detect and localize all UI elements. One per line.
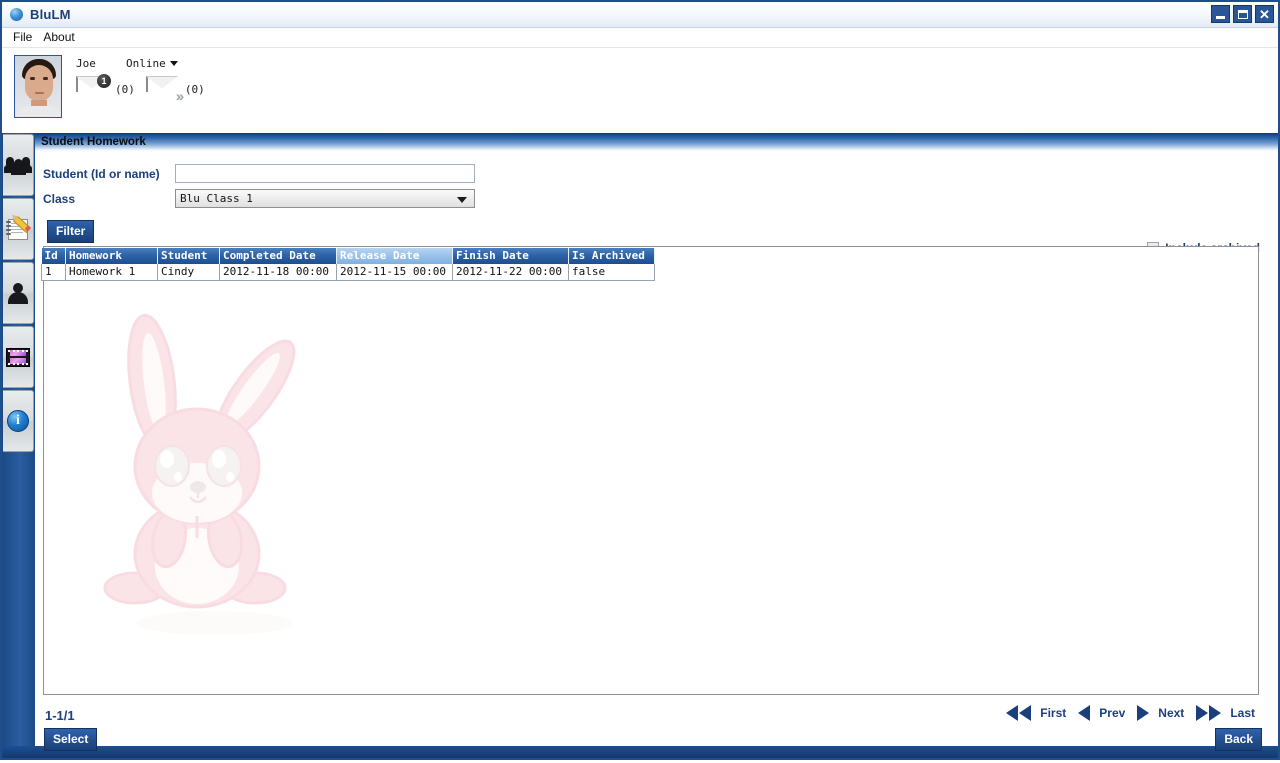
table-row[interactable]: 1 Homework 1 Cindy 2012-11-18 00:00 2012… bbox=[41, 264, 655, 281]
close-icon: ✕ bbox=[1259, 6, 1270, 22]
prev-page-label: Prev bbox=[1099, 706, 1126, 720]
user-status-row: Joe Online bbox=[76, 55, 213, 72]
inbox-button[interactable]: 1 bbox=[76, 74, 111, 101]
first-page-label: First bbox=[1040, 706, 1067, 720]
chevron-down-icon bbox=[457, 197, 467, 203]
footer-area: 1-1/1 First Prev Next Last Select Back bbox=[35, 703, 1278, 763]
user-info: Joe Online 1 (0) » (0) bbox=[76, 55, 213, 103]
cell-id: 1 bbox=[41, 264, 66, 281]
next-page-label: Next bbox=[1158, 706, 1185, 720]
avatar-shirt bbox=[17, 106, 61, 117]
prev-page-button[interactable] bbox=[1078, 705, 1091, 721]
menu-bar: File About bbox=[2, 28, 1278, 48]
menu-item-file[interactable]: File bbox=[9, 29, 39, 46]
menu-item-about[interactable]: About bbox=[39, 29, 81, 46]
sidebar-item-media[interactable] bbox=[3, 326, 34, 388]
sidebar: i bbox=[2, 133, 35, 746]
title-bar: BluLM ✕ bbox=[2, 2, 1278, 28]
column-header-is-archived[interactable]: Is Archived bbox=[568, 248, 655, 264]
window-title: BluLM bbox=[30, 7, 71, 22]
main-body: i Student Homework Student (Id or name) … bbox=[2, 133, 1278, 751]
people-group-icon bbox=[4, 156, 32, 175]
mail-row: 1 (0) » (0) bbox=[76, 74, 213, 103]
avatar-eye-right bbox=[43, 77, 48, 80]
inbox-badge: 1 bbox=[97, 74, 111, 88]
user-name: Joe bbox=[76, 57, 96, 70]
person-icon bbox=[7, 282, 29, 304]
envelope-icon bbox=[76, 76, 78, 92]
last-page-label: Last bbox=[1230, 706, 1255, 720]
select-button[interactable]: Select bbox=[44, 728, 98, 751]
minimize-button[interactable] bbox=[1211, 5, 1230, 23]
search-input[interactable] bbox=[175, 164, 475, 183]
avatar[interactable] bbox=[14, 55, 62, 118]
sidebar-item-homework[interactable] bbox=[3, 198, 34, 260]
avatar-face bbox=[25, 65, 53, 101]
cell-release-date: 2012-11-15 00:00 bbox=[336, 264, 453, 281]
close-button[interactable]: ✕ bbox=[1255, 5, 1274, 23]
restore-icon bbox=[1237, 9, 1248, 19]
column-header-homework[interactable]: Homework bbox=[65, 248, 158, 264]
cell-is-archived: false bbox=[568, 264, 655, 281]
sent-count: (0) bbox=[184, 82, 205, 96]
globe-icon bbox=[10, 8, 23, 21]
content-area: Student Homework Student (Id or name) Cl… bbox=[35, 133, 1278, 751]
column-header-id[interactable]: Id bbox=[41, 248, 66, 264]
results-table: Id Homework Student Completed Date Relea… bbox=[41, 248, 655, 281]
results-panel bbox=[43, 246, 1259, 695]
page-title: Student Homework bbox=[35, 133, 1278, 151]
status-label: Online bbox=[126, 57, 166, 70]
chevron-down-icon bbox=[169, 61, 178, 66]
info-icon: i bbox=[7, 410, 29, 432]
envelope-sent-icon bbox=[145, 76, 148, 92]
cell-completed-date: 2012-11-18 00:00 bbox=[219, 264, 337, 281]
window-controls: ✕ bbox=[1211, 5, 1274, 23]
column-header-release-date[interactable]: Release Date bbox=[336, 248, 453, 264]
student-label: Student (Id or name) bbox=[43, 166, 160, 181]
sidebar-item-students[interactable] bbox=[3, 262, 34, 324]
inbox-count: (0) bbox=[115, 82, 135, 96]
left-arrow-icon bbox=[1078, 705, 1091, 721]
double-left-arrow-icon-2 bbox=[1019, 705, 1032, 721]
class-select[interactable]: Blu Class 1 bbox=[175, 189, 475, 208]
pagination-controls: First Prev Next Last bbox=[1006, 705, 1262, 721]
sent-arrows-icon: » bbox=[176, 88, 184, 104]
film-strip-icon bbox=[6, 347, 30, 367]
right-arrow-icon bbox=[1137, 705, 1150, 721]
status-selector[interactable]: Online bbox=[126, 57, 178, 70]
next-page-button[interactable] bbox=[1137, 705, 1150, 721]
page-indicator: 1-1/1 bbox=[45, 708, 75, 723]
class-row: Class Blu Class 1 bbox=[43, 186, 1278, 211]
double-right-arrow-icon-2 bbox=[1209, 705, 1222, 721]
application-window: BluLM ✕ File About Joe Online 1 (0) » (0… bbox=[0, 0, 1280, 760]
filter-form: Student (Id or name) Class Blu Class 1 F… bbox=[35, 151, 1278, 255]
last-page-button[interactable] bbox=[1196, 705, 1222, 721]
sent-button[interactable]: » bbox=[145, 76, 184, 103]
table-header-row: Id Homework Student Completed Date Relea… bbox=[41, 248, 655, 264]
maximize-button[interactable] bbox=[1233, 5, 1252, 23]
cell-student: Cindy bbox=[157, 264, 220, 281]
cell-homework: Homework 1 bbox=[65, 264, 158, 281]
notepad-pencil-icon bbox=[6, 215, 32, 240]
sidebar-item-groups[interactable] bbox=[3, 134, 34, 196]
sidebar-item-info[interactable]: i bbox=[3, 390, 34, 452]
class-label: Class bbox=[43, 191, 76, 206]
class-select-value: Blu Class 1 bbox=[180, 192, 253, 205]
first-page-button[interactable] bbox=[1006, 705, 1032, 721]
column-header-student[interactable]: Student bbox=[157, 248, 220, 264]
user-panel: Joe Online 1 (0) » (0) bbox=[2, 48, 1278, 133]
avatar-eye-left bbox=[30, 77, 35, 80]
cell-finish-date: 2012-11-22 00:00 bbox=[452, 264, 569, 281]
avatar-mouth bbox=[35, 92, 44, 94]
student-row: Student (Id or name) bbox=[43, 161, 1278, 186]
minimize-icon bbox=[1216, 15, 1225, 19]
column-header-finish-date[interactable]: Finish Date bbox=[452, 248, 569, 264]
double-left-arrow-icon bbox=[1006, 705, 1019, 721]
column-header-completed-date[interactable]: Completed Date bbox=[219, 248, 337, 264]
double-right-arrow-icon bbox=[1196, 705, 1209, 721]
back-button[interactable]: Back bbox=[1215, 728, 1262, 751]
filter-button[interactable]: Filter bbox=[47, 220, 95, 243]
